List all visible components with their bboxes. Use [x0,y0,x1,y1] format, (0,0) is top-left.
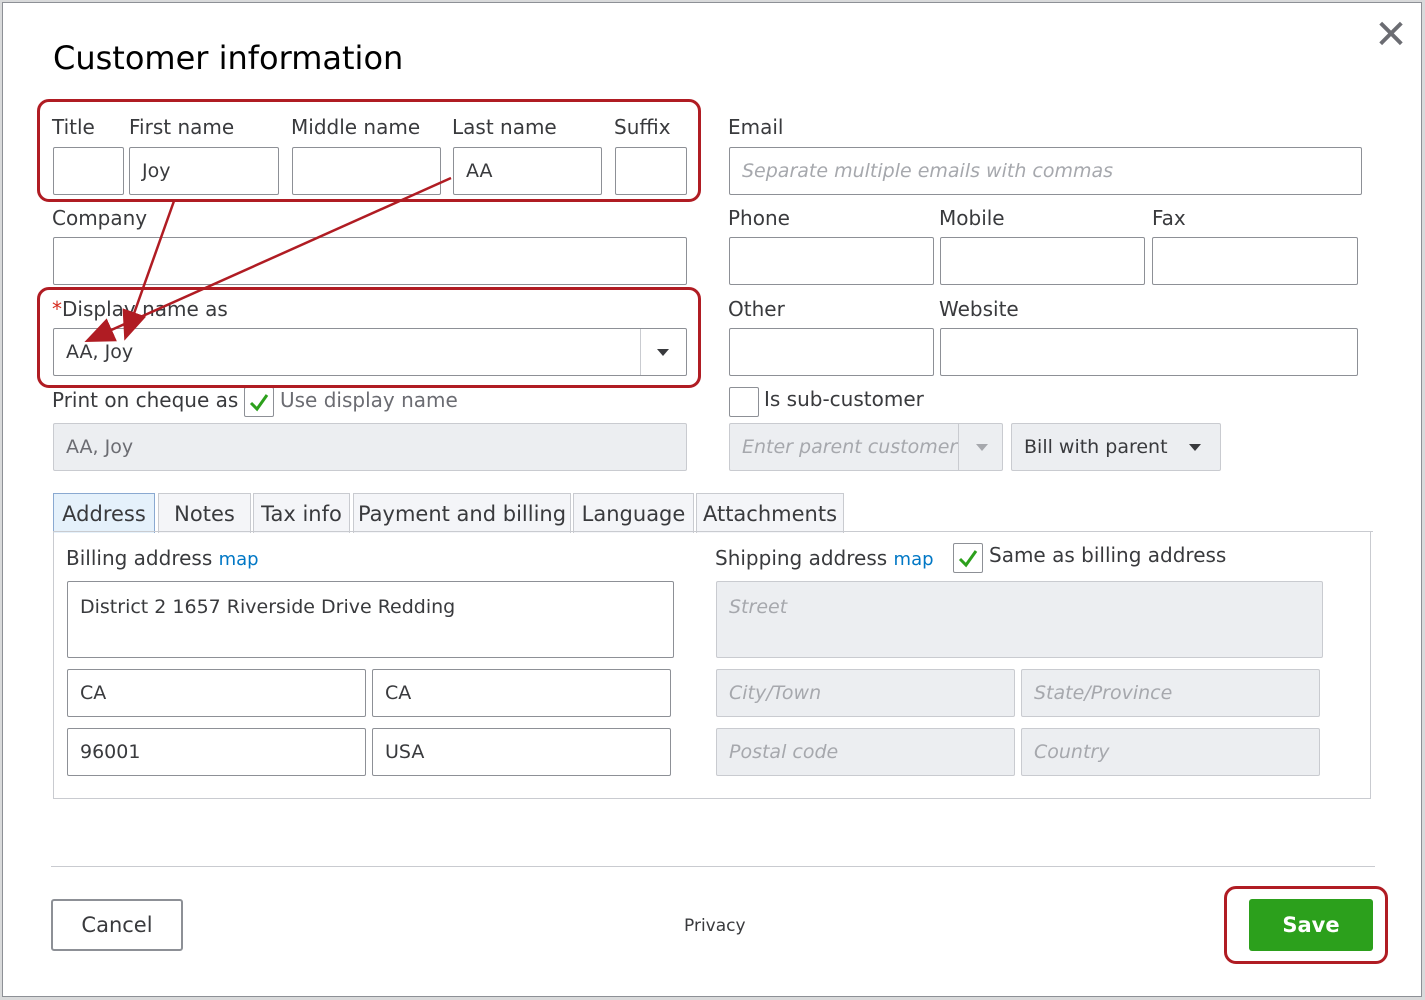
annotation-arrows [84,176,452,343]
customer-information-dialog: Customer information ✕ Title First name … [2,2,1422,997]
arrow-first-name [122,200,176,341]
arrow-last-name [84,176,452,343]
